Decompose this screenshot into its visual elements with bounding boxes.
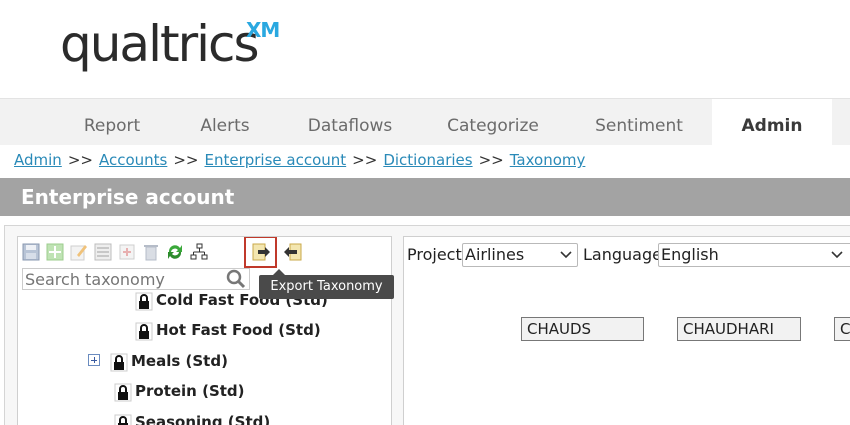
- tab-report[interactable]: Report: [62, 99, 162, 146]
- edit-icon[interactable]: [68, 240, 90, 264]
- breadcrumb-admin[interactable]: Admin: [14, 151, 62, 169]
- breadcrumb-separator: >>: [173, 151, 199, 169]
- expand-icon[interactable]: [88, 354, 100, 366]
- add-child-icon[interactable]: [116, 240, 138, 264]
- tab-dataflows[interactable]: Dataflows: [296, 99, 404, 146]
- project-select-value: Airlines: [465, 245, 525, 264]
- logo-superscript: XM: [246, 18, 280, 42]
- page: qualtrics XM Report Alerts Dataflows Cat…: [0, 0, 850, 425]
- lock-icon: [135, 292, 153, 311]
- breadcrumb-accounts[interactable]: Accounts: [99, 151, 167, 169]
- code-field[interactable]: C: [834, 317, 850, 341]
- lock-icon: [114, 414, 132, 425]
- search-icon[interactable]: [225, 268, 247, 290]
- taxonomy-tree-pane: Cold Fast Food (Std) Hot Fast Food (Std)…: [17, 236, 392, 425]
- language-select-value: English: [661, 245, 719, 264]
- refresh-icon[interactable]: [164, 240, 186, 264]
- import-icon[interactable]: [282, 240, 304, 264]
- tab-categorize[interactable]: Categorize: [432, 99, 554, 146]
- language-label: Language:: [583, 245, 668, 264]
- save-icon[interactable]: [20, 240, 42, 264]
- logo-wordmark: qualtrics: [60, 15, 260, 73]
- hierarchy-icon[interactable]: [188, 240, 210, 264]
- breadcrumb-separator: >>: [478, 151, 504, 169]
- chevron-down-icon: [560, 251, 572, 259]
- lock-icon: [110, 353, 128, 372]
- lock-icon: [135, 322, 153, 341]
- search-taxonomy-input[interactable]: [22, 268, 250, 290]
- breadcrumb-enterprise-account[interactable]: Enterprise account: [204, 151, 346, 169]
- export-icon[interactable]: [244, 237, 277, 268]
- breadcrumb-separator: >>: [67, 151, 93, 169]
- page-title: Enterprise account: [21, 185, 235, 209]
- tree-item-label: Hot Fast Food (Std): [156, 321, 321, 339]
- properties-icon[interactable]: [92, 240, 114, 264]
- tree-item-label: Protein (Std): [135, 382, 245, 400]
- project-label: Project:: [407, 245, 468, 264]
- breadcrumb-separator: >>: [352, 151, 378, 169]
- breadcrumb: Admin >> Accounts >> Enterprise account >> Dic…: [14, 151, 585, 169]
- lock-icon: [114, 383, 132, 402]
- page-title-bar: Enterprise account: [0, 178, 850, 216]
- code-field[interactable]: CHAUDS: [521, 317, 644, 341]
- tab-sentiment[interactable]: Sentiment: [580, 99, 698, 146]
- tree-item-label: Meals (Std): [131, 352, 228, 370]
- tab-admin[interactable]: Admin: [712, 99, 832, 146]
- tab-alerts[interactable]: Alerts: [182, 99, 268, 146]
- chevron-down-icon: [831, 251, 843, 259]
- language-select[interactable]: English: [658, 243, 850, 267]
- breadcrumb-dictionaries[interactable]: Dictionaries: [383, 151, 472, 169]
- delete-icon[interactable]: [140, 240, 162, 264]
- tree-item-label: Seasoning (Std): [135, 413, 271, 425]
- breadcrumb-taxonomy[interactable]: Taxonomy: [510, 151, 586, 169]
- top-navigation: Report Alerts Dataflows Categorize Senti…: [0, 98, 850, 146]
- project-select[interactable]: Airlines: [462, 243, 578, 267]
- add-icon[interactable]: [44, 240, 66, 264]
- code-field[interactable]: CHAUDHARI: [677, 317, 801, 341]
- export-taxonomy-tooltip: Export Taxonomy: [259, 269, 394, 299]
